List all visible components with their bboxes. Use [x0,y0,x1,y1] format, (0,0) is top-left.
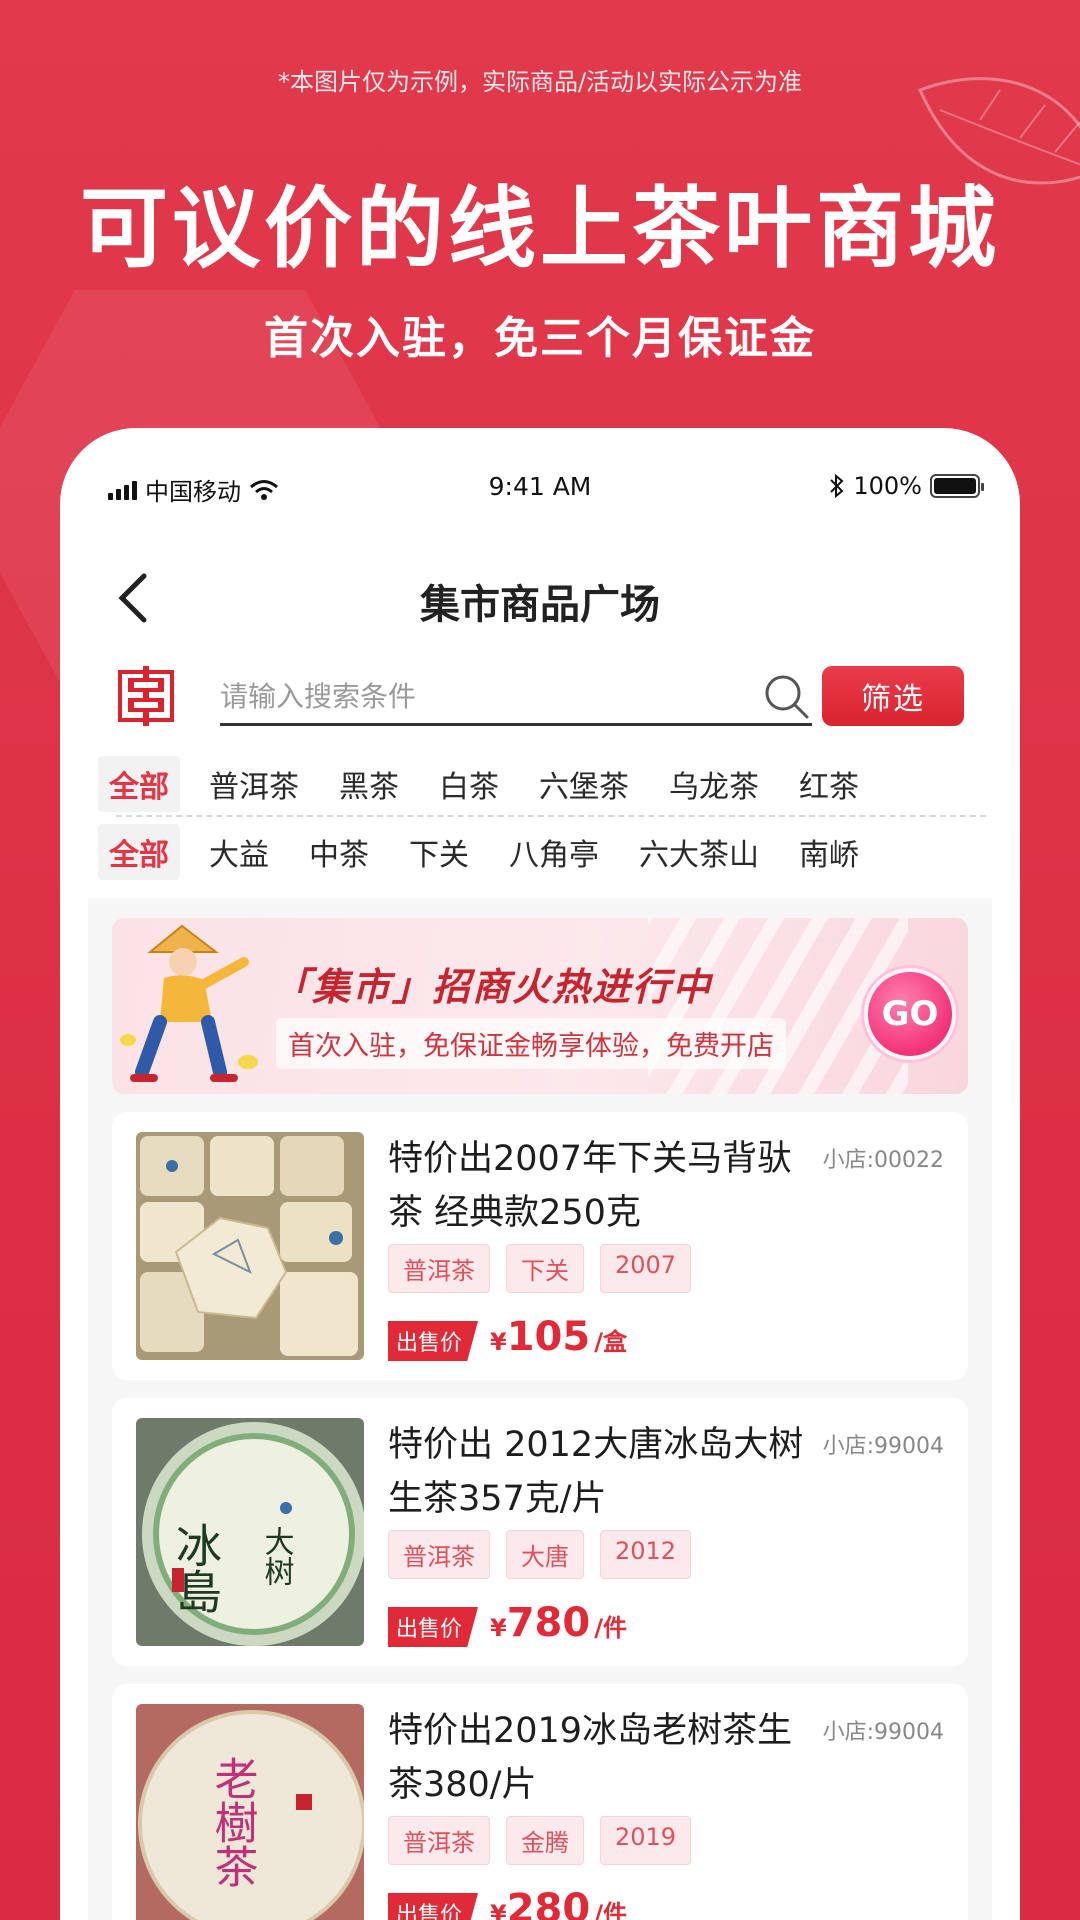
bluetooth-icon [830,474,844,498]
price-value: 780 [506,1600,591,1646]
price-unit: /件 [594,1900,627,1920]
promo-subheadline: 首次入驻，免三个月保证金 [264,313,816,364]
product-tag: 普洱茶 [388,1244,490,1293]
product-card[interactable]: 老樹茶 特价出2019冰岛老树茶生茶380/片 小店:99004 普洱茶 金腾 … [112,1684,968,1920]
product-tag: 2019 [600,1816,692,1865]
mascot-illustration [120,924,258,1082]
product-card[interactable]: 冰島 大树 特价出 2012大唐冰岛大树生茶357克/片 小店:99004 普洱… [112,1398,968,1666]
shop-id[interactable]: 小店:99004 [823,1714,944,1746]
product-title: 特价出2007年下关马背驮茶 经典款250克 [388,1139,793,1233]
price-label: 出售价 [388,1321,479,1361]
price-label: 出售价 [388,1607,479,1647]
price-value: 280 [506,1886,591,1920]
merchant-banner[interactable]: 「集市」招商火热进行中 首次入驻，免保证金畅享体验，免费开店 GO [112,918,968,1094]
go-button[interactable]: GO [864,968,956,1060]
product-tag: 金腾 [506,1816,584,1865]
search-icon[interactable] [762,672,810,720]
status-bar: 中国移动 9:41 AM 100% [60,472,1020,512]
product-title: 特价出2019冰岛老树茶生茶380/片 [388,1711,793,1805]
category-chip[interactable]: 六堡茶 [528,756,640,812]
brand-chip[interactable]: 六大茶山 [628,824,770,880]
price-label: 出售价 [388,1893,479,1920]
product-image[interactable]: 冰島 大树 [136,1418,364,1646]
price-row: 出售价 ¥ 780 /件 [388,1600,627,1647]
product-title: 特价出 2012大唐冰岛大树生茶357克/片 [388,1425,804,1519]
cake-wrapper-text: 大树 [259,1526,295,1586]
currency-symbol: ¥ [490,1614,507,1642]
promo-headline: 可议价的线上茶叶商城 [79,177,1000,280]
tag-list: 普洱茶 大唐 2012 [388,1530,692,1579]
cake-wrapper-text: 老樹茶 [207,1756,258,1888]
brand-chip[interactable]: 大益 [198,824,280,880]
product-tag: 2007 [600,1244,692,1293]
price-unit: /件 [594,1614,627,1642]
brand-chip[interactable]: 中茶 [298,824,380,880]
category-chip[interactable]: 黑茶 [328,756,410,812]
disclaimer-text: *本图片仅为示例，实际商品/活动以实际公示为准 [277,68,803,96]
product-tag: 2012 [600,1530,692,1579]
search-field [220,666,812,726]
brand-chip[interactable]: 全部 [98,824,180,880]
tag-list: 普洱茶 下关 2007 [388,1244,692,1293]
product-tag: 下关 [506,1244,584,1293]
search-input[interactable] [220,672,740,720]
banner-subtitle: 首次入驻，免保证金畅享体验，免费开店 [276,1018,786,1069]
page-title: 集市商品广场 [420,582,660,628]
product-image[interactable] [136,1132,364,1360]
category-chip[interactable]: 白茶 [428,756,510,812]
category-chip[interactable]: 乌龙茶 [658,756,770,812]
price-row: 出售价 ¥ 280 /件 [388,1886,627,1920]
phone-screen: 中国移动 9:41 AM 100% 集市商品广场 请输入搜索条件 筛选 全部 普… [60,428,1020,1920]
price-unit: /盒 [594,1328,627,1356]
brand-chip[interactable]: 下关 [398,824,480,880]
currency-symbol: ¥ [490,1900,507,1920]
product-card[interactable]: 特价出2007年下关马背驮茶 经典款250克 小店:00022 普洱茶 下关 2… [112,1112,968,1380]
brand-row: 全部 大益 中茶 下关 八角亭 六大茶山 南峤 [98,824,1002,880]
battery-percent: 100% [853,472,922,500]
market-logo-icon [114,664,178,728]
price-value: 105 [506,1314,591,1360]
shop-id[interactable]: 小店:99004 [823,1428,944,1460]
currency-symbol: ¥ [490,1328,507,1356]
product-tag: 大唐 [506,1530,584,1579]
navigation-bar: 集市商品广场 [60,558,1020,638]
product-image[interactable]: 老樹茶 [136,1704,364,1920]
category-chip[interactable]: 红茶 [788,756,870,812]
brand-chip[interactable]: 南峤 [788,824,870,880]
filter-button[interactable]: 筛选 [822,666,964,726]
battery-icon [930,474,984,498]
product-tag: 普洱茶 [388,1530,490,1579]
brand-chip[interactable]: 八角亭 [498,824,610,880]
category-chip[interactable]: 普洱茶 [198,756,310,812]
product-tag: 普洱茶 [388,1816,490,1865]
banner-title: 「集市」招商火热进行中 [272,965,713,1009]
tag-list: 普洱茶 金腾 2019 [388,1816,692,1865]
shop-id[interactable]: 小店:00022 [823,1142,944,1174]
tea-type-row: 全部 普洱茶 黑茶 白茶 六堡茶 乌龙茶 红茶 [98,756,1002,812]
category-chip[interactable]: 全部 [98,756,180,812]
search-row: 筛选 [60,664,1020,728]
product-list: 「集市」招商火热进行中 首次入驻，免保证金畅享体验，免费开店 GO 特价出200… [88,898,992,1920]
price-row: 出售价 ¥ 105 /盒 [388,1314,627,1361]
dashed-divider [116,815,986,817]
